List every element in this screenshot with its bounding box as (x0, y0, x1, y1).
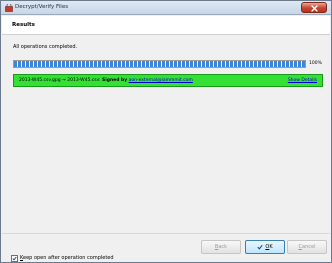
page-title: Results (12, 22, 35, 28)
results-panel: All operations completed. 100% 2013-W45.… (2, 36, 330, 262)
back-label-rest: ack (218, 244, 228, 250)
footer-divider (2, 233, 330, 234)
page-header: Results (2, 16, 330, 35)
ok-label-rest: K (269, 244, 273, 250)
progress-fill (14, 61, 305, 67)
show-details-link[interactable]: Show Details (288, 78, 317, 84)
title-bar[interactable]: Decrypt/Verify Files (1, 1, 331, 15)
keep-open-checkbox[interactable] (11, 255, 18, 262)
progress-bar (13, 60, 306, 68)
cancel-button[interactable]: Cancel (287, 240, 327, 254)
close-button[interactable] (301, 2, 327, 13)
result-row[interactable]: 2013-W45.csv.gpg → 2013-W45.csv: Signed … (13, 74, 323, 87)
signed-by-label: Signed by (101, 78, 128, 83)
progress-percent: 100% (309, 61, 322, 66)
signer-email-link[interactable]: aon-external@iammmit.com (129, 78, 193, 83)
keep-open-label: Keep open after operation completed (20, 255, 114, 262)
result-files: 2013-W45.csv.gpg → 2013-W45.csv: (19, 78, 101, 83)
close-icon (311, 4, 318, 12)
checkmark-icon (257, 244, 264, 250)
app-icon (5, 3, 13, 12)
cancel-label-rest: ancel (302, 244, 316, 250)
window-title: Decrypt/Verify Files (15, 4, 69, 10)
result-text: 2013-W45.csv.gpg → 2013-W45.csv: Signed … (19, 78, 193, 84)
status-text: All operations completed. (13, 44, 78, 50)
back-button[interactable]: Back (201, 240, 241, 254)
decrypt-verify-window: Decrypt/Verify Files Results All operati… (0, 0, 332, 263)
keep-open-label-rest: eep open after operation completed (23, 255, 114, 261)
ok-button[interactable]: OK (245, 240, 285, 254)
checkmark-icon (12, 256, 17, 261)
